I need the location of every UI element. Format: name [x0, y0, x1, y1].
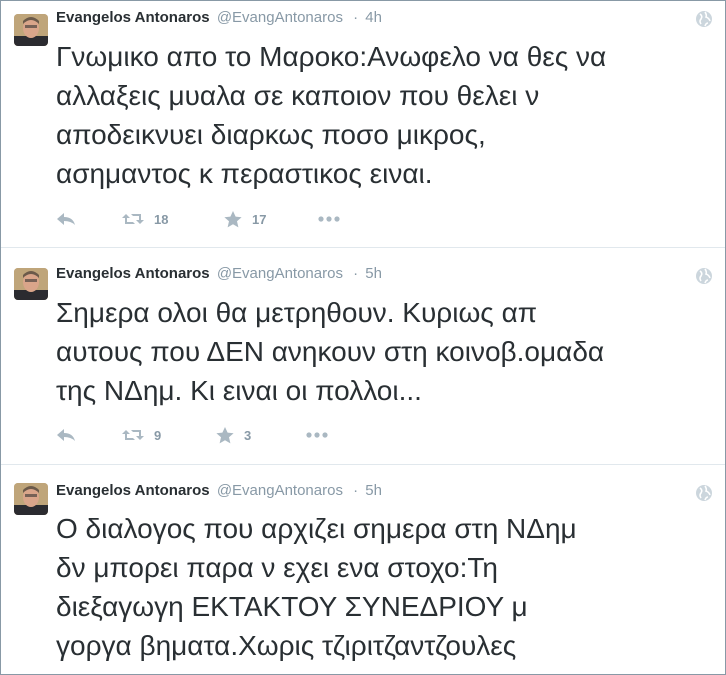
- author-name[interactable]: Evangelos Antonaros: [56, 482, 210, 499]
- more-button[interactable]: [306, 425, 328, 445]
- author-name[interactable]: Evangelos Antonaros: [56, 265, 210, 282]
- tweet-text-line: διεξαγωγη ΕΚΤΑΚΤΟΥ ΣΥΝΕΔΡΙΟΥ μ: [56, 591, 528, 622]
- reply-button[interactable]: [56, 209, 76, 229]
- tweet[interactable]: Evangelos Antonaros @EvangAntonaros · 5h…: [1, 465, 725, 674]
- retweet-icon: [122, 430, 144, 440]
- timestamp[interactable]: 4h: [365, 9, 382, 26]
- timestamp[interactable]: 5h: [365, 482, 382, 499]
- tweet-text-line: Γνωμικο απο το Μαροκο:Ανωφελο να θες να: [56, 41, 607, 72]
- favorite-count: 3: [244, 427, 252, 443]
- more-icon: [318, 216, 340, 222]
- favorite-count: 17: [252, 211, 267, 227]
- timestamp[interactable]: 5h: [365, 265, 382, 282]
- tweet-text: Ο διαλογος που αρχιζει σημερα στη ΝΔημ δ…: [56, 509, 716, 665]
- avatar[interactable]: [14, 483, 48, 515]
- tweet-header: Evangelos Antonaros @EvangAntonaros · 4h: [56, 9, 382, 29]
- star-icon: [224, 210, 242, 227]
- star-icon: [216, 426, 234, 443]
- reply-icon: [57, 429, 75, 441]
- tweet-text: Γνωμικο απο το Μαροκο:Ανωφελο να θες να …: [56, 37, 716, 193]
- more-icon: [306, 432, 328, 438]
- retweet-button[interactable]: 18: [122, 209, 168, 229]
- tweet-text-line: Σημερα ολοι θα μετρηθουν. Κυριως απ: [56, 297, 538, 328]
- author-name[interactable]: Evangelos Antonaros: [56, 9, 210, 26]
- tweet-text-line: γοργα βηματα.Χωρις τζιριτζαντζουλες: [56, 630, 517, 661]
- tweet-text-line: αποδεικνυει διαρκως ποσο μικρος,: [56, 119, 486, 150]
- reply-button[interactable]: [56, 425, 76, 445]
- author-handle[interactable]: @EvangAntonaros: [217, 482, 343, 499]
- tweet-text-line: ασημαντος κ περαστικος ειναι.: [56, 158, 433, 189]
- tweet-text-line: αυτους που ΔΕΝ ανηκουν στη κοινοβ.ομαδα: [56, 336, 605, 367]
- retweet-button[interactable]: 9: [122, 425, 161, 445]
- favorite-button[interactable]: 17: [224, 209, 266, 229]
- tweet[interactable]: Evangelos Antonaros @EvangAntonaros · 4h…: [1, 1, 725, 248]
- tweet-header: Evangelos Antonaros @EvangAntonaros · 5h: [56, 482, 382, 502]
- favorite-button[interactable]: 3: [216, 425, 251, 445]
- avatar[interactable]: [14, 14, 48, 46]
- globe-icon: [696, 485, 712, 501]
- tweet[interactable]: Evangelos Antonaros @EvangAntonaros · 5h…: [1, 248, 725, 465]
- globe-icon: [696, 11, 712, 27]
- author-handle[interactable]: @EvangAntonaros: [217, 9, 343, 26]
- tweet-text: Σημερα ολοι θα μετρηθουν. Κυριως απ αυτο…: [56, 293, 716, 410]
- tweet-header: Evangelos Antonaros @EvangAntonaros · 5h: [56, 265, 382, 285]
- separator-dot: ·: [353, 482, 359, 499]
- tweet-text-line: δν μπορει παρα ν εχει ενα στοχο:Τη: [56, 552, 498, 583]
- tweet-text-line: Ο διαλογος που αρχιζει σημερα στη ΝΔημ: [56, 513, 577, 544]
- more-button[interactable]: [318, 209, 340, 229]
- tweet-text-line: αλλαξεις μυαλα σε καποιον που θελει ν: [56, 80, 540, 111]
- reply-icon: [57, 213, 75, 225]
- retweet-icon: [122, 214, 144, 224]
- timeline: Evangelos Antonaros @EvangAntonaros · 4h…: [0, 0, 726, 675]
- separator-dot: ·: [353, 265, 359, 282]
- globe-icon: [696, 268, 712, 284]
- retweet-count: 9: [154, 427, 162, 443]
- tweet-text-line: της ΝΔημ. Κι ειναι οι πολλοι...: [56, 375, 422, 406]
- retweet-count: 18: [154, 211, 169, 227]
- avatar[interactable]: [14, 268, 48, 300]
- separator-dot: ·: [353, 9, 359, 26]
- author-handle[interactable]: @EvangAntonaros: [217, 265, 343, 282]
